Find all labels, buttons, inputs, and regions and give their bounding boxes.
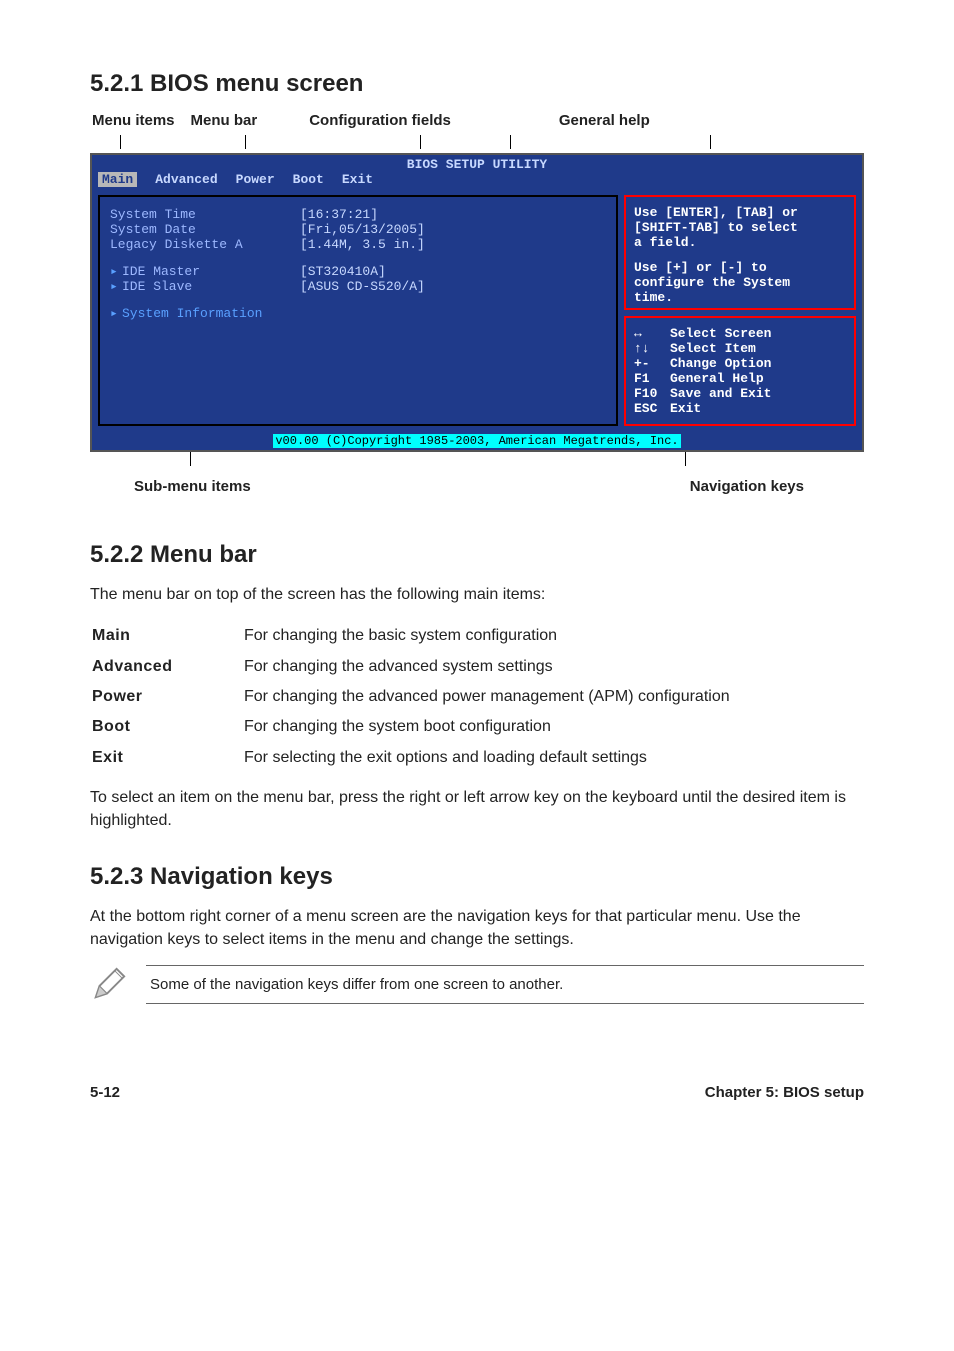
- nav-key: ↔: [634, 326, 670, 341]
- triangle-icon: ▸: [110, 279, 122, 294]
- bios-value: [16:37:21]: [300, 207, 378, 222]
- menu-key: Advanced: [92, 653, 242, 681]
- menu-bar-table: MainFor changing the basic system config…: [90, 620, 864, 774]
- bios-nav-pane: ↔Select Screen ↑↓Select Item +-Change Op…: [624, 316, 856, 426]
- table-row: PowerFor changing the advanced power man…: [92, 683, 862, 711]
- bios-bottom-labels: Sub-menu items Navigation keys: [90, 478, 864, 495]
- bios-value: [ST320410A]: [300, 264, 386, 279]
- label-sub-menu-items: Sub-menu items: [134, 478, 251, 495]
- bios-menu-bar: Main Advanced Power Boot Exit: [92, 172, 862, 189]
- table-row: AdvancedFor changing the advanced system…: [92, 653, 862, 681]
- help-text: Use [ENTER], [TAB] or: [634, 205, 846, 220]
- bios-item: Legacy Diskette A: [110, 237, 300, 252]
- bios-footer: v00.00 (C)Copyright 1985-2003, American …: [92, 432, 862, 450]
- note-box: Some of the navigation keys differ from …: [90, 965, 864, 1004]
- heading-5-2-3: 5.2.3 Navigation keys: [90, 863, 864, 891]
- triangle-icon: ▸: [110, 264, 122, 279]
- label-menu-bar: Menu bar: [191, 112, 258, 129]
- label-general-help: General help: [559, 112, 650, 129]
- label-connectors-bottom: [90, 452, 864, 470]
- bios-item: System Date: [110, 222, 300, 237]
- bios-help-pane: Use [ENTER], [TAB] or [SHIFT-TAB] to sel…: [624, 195, 856, 310]
- bios-title: BIOS SETUP UTILITY: [92, 155, 862, 172]
- help-text: a field.: [634, 235, 846, 250]
- bios-item: System Time: [110, 207, 300, 222]
- bios-menu-power: Power: [236, 172, 275, 187]
- nav-key: F10: [634, 386, 670, 401]
- bios-menu-boot: Boot: [293, 172, 324, 187]
- page-footer: 5-12 Chapter 5: BIOS setup: [90, 1084, 864, 1101]
- menu-desc: For selecting the exit options and loadi…: [244, 744, 862, 772]
- bios-left-pane: System Time[16:37:21] System Date[Fri,05…: [98, 195, 618, 426]
- bios-menu-main: Main: [98, 172, 137, 187]
- bios-item: IDE Master: [122, 264, 300, 279]
- label-menu-items: Menu items: [92, 112, 175, 129]
- nav-key-label: Select Item: [670, 341, 756, 356]
- nav-key: ↑↓: [634, 341, 670, 356]
- triangle-icon: ▸: [110, 306, 122, 321]
- nav-key-label: Select Screen: [670, 326, 771, 341]
- help-text: [SHIFT-TAB] to select: [634, 220, 846, 235]
- help-text: configure the System: [634, 275, 846, 290]
- nav-key: +-: [634, 356, 670, 371]
- bios-item: IDE Slave: [122, 279, 300, 294]
- pencil-icon: [90, 965, 128, 1003]
- label-connectors: [90, 135, 864, 153]
- label-navigation-keys: Navigation keys: [690, 478, 804, 495]
- note-text: Some of the navigation keys differ from …: [146, 965, 864, 1004]
- table-row: BootFor changing the system boot configu…: [92, 713, 862, 741]
- menu-desc: For changing the system boot configurati…: [244, 713, 862, 741]
- menu-key: Exit: [92, 744, 242, 772]
- bios-menu-advanced: Advanced: [155, 172, 217, 187]
- help-text: time.: [634, 290, 846, 305]
- menu-key: Boot: [92, 713, 242, 741]
- bios-value: [1.44M, 3.5 in.]: [300, 237, 425, 252]
- nav-key-label: Exit: [670, 401, 701, 416]
- label-config-fields: Configuration fields: [309, 112, 451, 129]
- bios-value: [Fri,05/13/2005]: [300, 222, 425, 237]
- heading-5-2-2: 5.2.2 Menu bar: [90, 541, 864, 569]
- menu-desc: For changing the advanced system setting…: [244, 653, 862, 681]
- table-row: ExitFor selecting the exit options and l…: [92, 744, 862, 772]
- nav-key: ESC: [634, 401, 670, 416]
- help-text: Use [+] or [-] to: [634, 260, 846, 275]
- bios-value: [ASUS CD-S520/A]: [300, 279, 425, 294]
- nav-key: F1: [634, 371, 670, 386]
- table-row: MainFor changing the basic system config…: [92, 622, 862, 650]
- bios-submenu: System Information: [122, 306, 262, 321]
- menu-bar-intro: The menu bar on top of the screen has th…: [90, 583, 864, 606]
- bios-screenshot: BIOS SETUP UTILITY Main Advanced Power B…: [90, 153, 864, 452]
- chapter-label: Chapter 5: BIOS setup: [705, 1084, 864, 1101]
- nav-key-label: General Help: [670, 371, 764, 386]
- nav-key-label: Save and Exit: [670, 386, 771, 401]
- nav-keys-para: At the bottom right corner of a menu scr…: [90, 905, 864, 951]
- menu-desc: For changing the basic system configurat…: [244, 622, 862, 650]
- menu-key: Power: [92, 683, 242, 711]
- bios-top-labels: Menu items Menu bar Configuration fields…: [90, 112, 864, 129]
- menu-desc: For changing the advanced power manageme…: [244, 683, 862, 711]
- heading-5-2-1: 5.2.1 BIOS menu screen: [90, 70, 864, 98]
- menu-key: Main: [92, 622, 242, 650]
- bios-menu-exit: Exit: [342, 172, 373, 187]
- menu-bar-outro: To select an item on the menu bar, press…: [90, 786, 864, 832]
- nav-key-label: Change Option: [670, 356, 771, 371]
- page-number: 5-12: [90, 1084, 120, 1101]
